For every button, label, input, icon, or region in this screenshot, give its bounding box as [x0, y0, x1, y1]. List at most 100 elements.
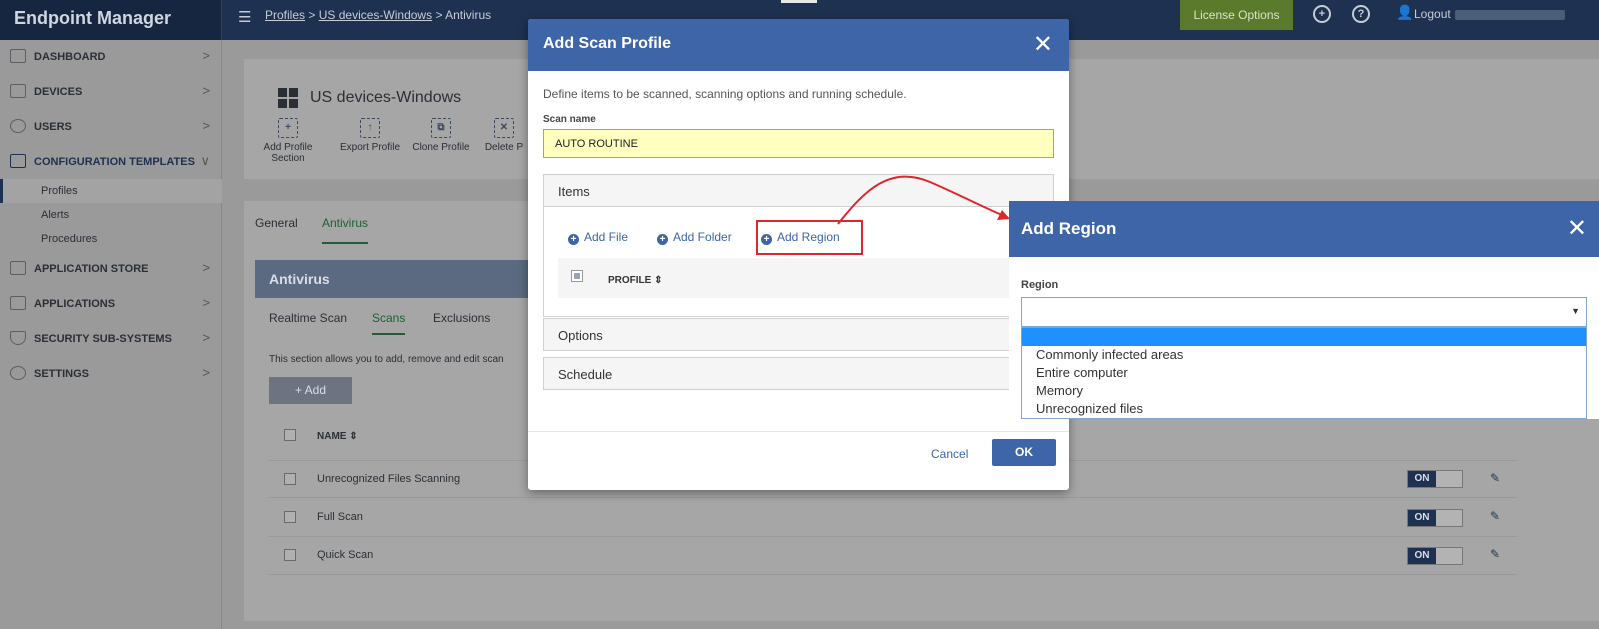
modal-description: Define items to be scanned, scanning opt…	[543, 87, 907, 101]
add-region-panel: Add Region ✕ Region ▼ Commonly infected …	[1009, 201, 1599, 419]
sidebar-item-label: APPLICATION STORE	[34, 263, 149, 275]
clone-profile-button[interactable]: ⧉ Clone Profile	[410, 118, 472, 153]
ok-button[interactable]: OK	[992, 439, 1056, 466]
add-region-highlight-box	[756, 220, 863, 255]
row-divider	[269, 536, 1517, 537]
region-label: Region	[1021, 279, 1059, 291]
export-profile-button[interactable]: ↑ Export Profile	[338, 118, 402, 153]
modal-footer-divider	[528, 431, 1069, 432]
breadcrumb-profiles[interactable]: Profiles	[265, 8, 305, 22]
clone-icon: ⧉	[431, 118, 451, 138]
logout-link[interactable]: Logout	[1414, 7, 1565, 21]
sidebar-item-devices[interactable]: DEVICES >	[0, 75, 222, 109]
user-icon: 👤	[1396, 4, 1414, 20]
options-accordion-header[interactable]: Options	[543, 318, 1054, 351]
help-icon[interactable]: ?	[1352, 5, 1370, 23]
sidebar-subitem-alerts[interactable]: Alerts	[0, 203, 222, 227]
sidebar-item-label: DEVICES	[34, 86, 83, 98]
templates-icon	[10, 154, 26, 168]
caret-down-icon: ▼	[1571, 306, 1580, 316]
scan-name-input[interactable]	[543, 129, 1054, 158]
license-options-button[interactable]: License Options	[1180, 0, 1293, 30]
chevron-right-icon: >	[202, 260, 210, 275]
delete-profile-button[interactable]: ✕ Delete P	[484, 118, 524, 153]
region-option-entire-computer[interactable]: Entire computer	[1022, 364, 1586, 382]
sidebar-subitem-procedures[interactable]: Procedures	[0, 227, 222, 251]
profile-select-all-checkbox[interactable]	[571, 270, 583, 282]
row-checkbox[interactable]	[284, 473, 296, 485]
app-brand[interactable]: Endpoint Manager	[0, 0, 222, 40]
region-option-commonly-infected[interactable]: Commonly infected areas	[1022, 346, 1586, 364]
sidebar-item-application-store[interactable]: APPLICATION STORE >	[0, 252, 222, 286]
logout-label: Logout	[1414, 7, 1451, 21]
hamburger-menu-icon[interactable]: ☰	[238, 8, 251, 26]
edit-pencil-icon[interactable]: ✎	[1490, 471, 1500, 485]
devices-icon	[10, 84, 26, 98]
breadcrumb-group[interactable]: US devices-Windows	[319, 8, 432, 22]
sidebar-item-applications[interactable]: APPLICATIONS >	[0, 287, 222, 321]
delete-icon: ✕	[494, 118, 514, 138]
scan-toggle[interactable]: ON	[1407, 509, 1463, 527]
close-icon[interactable]: ✕	[1567, 214, 1587, 243]
sidebar-item-label: CONFIGURATION TEMPLATES	[34, 156, 195, 168]
add-section-icon: +	[278, 118, 298, 138]
sidebar-item-security-sub-systems[interactable]: SECURITY SUB-SYSTEMS >	[0, 322, 222, 356]
add-folder-link[interactable]: + Add Folder	[657, 230, 732, 245]
table-row-name: Full Scan	[317, 511, 363, 523]
add-profile-section-button[interactable]: + Add Profile Section	[260, 118, 316, 164]
modal-title: Add Scan Profile	[543, 35, 672, 52]
toggle-on-label: ON	[1408, 548, 1436, 564]
sidebar: DASHBOARD > DEVICES > USERS > CONFIGURATION…	[0, 40, 222, 629]
edit-pencil-icon[interactable]: ✎	[1490, 547, 1500, 561]
subtab-exclusions[interactable]: Exclusions	[433, 311, 490, 325]
chevron-right-icon: >	[202, 83, 210, 98]
toggle-on-label: ON	[1408, 510, 1436, 526]
shield-icon	[10, 331, 26, 345]
edit-pencil-icon[interactable]: ✎	[1490, 509, 1500, 523]
profile-column-header[interactable]: PROFILE ⇕	[608, 275, 663, 286]
close-icon[interactable]: ✕	[1033, 30, 1053, 59]
plus-circle-icon: +	[568, 234, 579, 245]
sidebar-item-dashboard[interactable]: DASHBOARD >	[0, 40, 222, 74]
row-checkbox[interactable]	[284, 549, 296, 561]
scan-toggle[interactable]: ON	[1407, 547, 1463, 565]
breadcrumb-separator: >	[308, 8, 316, 22]
items-accordion-header[interactable]: Items	[543, 174, 1054, 207]
tool-label: Delete P	[484, 142, 524, 153]
breadcrumb: Profiles > US devices-Windows > Antiviru…	[265, 8, 491, 22]
user-icon	[10, 119, 26, 133]
subtab-scans[interactable]: Scans	[372, 311, 406, 335]
schedule-accordion-header[interactable]: Schedule	[543, 357, 1054, 390]
sidebar-item-label: SETTINGS	[34, 368, 90, 380]
sidebar-item-settings[interactable]: SETTINGS >	[0, 357, 222, 391]
windows-icon	[278, 88, 298, 108]
region-option-blank[interactable]	[1022, 328, 1586, 346]
sidebar-item-label: SECURITY SUB-SYSTEMS	[34, 333, 172, 345]
applications-icon	[10, 296, 26, 310]
region-select[interactable]: ▼	[1021, 297, 1587, 327]
subtab-realtime-scan[interactable]: Realtime Scan	[269, 311, 347, 325]
region-dropdown-list: Commonly infected areas Entire computer …	[1021, 327, 1587, 419]
sidebar-subitem-profiles[interactable]: Profiles	[0, 179, 222, 203]
select-all-checkbox[interactable]	[284, 429, 296, 441]
modal-header: Add Scan Profile ✕	[528, 19, 1069, 71]
chevron-right-icon: >	[202, 330, 210, 345]
region-option-memory[interactable]: Memory	[1022, 382, 1586, 400]
row-checkbox[interactable]	[284, 511, 296, 523]
add-file-link[interactable]: + Add File	[568, 230, 628, 245]
tab-general[interactable]: General	[255, 216, 298, 230]
sidebar-item-users[interactable]: USERS >	[0, 110, 222, 144]
add-folder-label: Add Folder	[673, 230, 732, 244]
add-scan-button[interactable]: + Add	[269, 377, 352, 404]
name-column-header[interactable]: NAME ⇕	[317, 431, 358, 442]
sidebar-item-configuration-templates[interactable]: CONFIGURATION TEMPLATES ∨	[0, 145, 222, 179]
user-email-blurred	[1454, 9, 1565, 20]
tool-label: Export Profile	[339, 142, 401, 153]
scan-toggle[interactable]: ON	[1407, 470, 1463, 488]
add-circle-icon[interactable]: +	[1313, 5, 1331, 23]
cancel-button[interactable]: Cancel	[931, 447, 968, 461]
tab-antivirus[interactable]: Antivirus	[322, 216, 369, 244]
region-option-unrecognized-files[interactable]: Unrecognized files	[1022, 400, 1586, 418]
store-icon	[10, 261, 26, 275]
tool-label: Add Profile Section	[263, 142, 313, 164]
